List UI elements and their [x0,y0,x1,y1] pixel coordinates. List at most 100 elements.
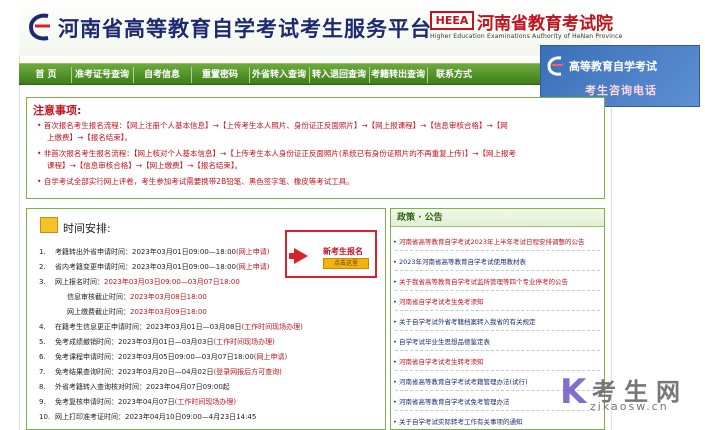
notice-box: 注意事项: • 首次报名考生报名流程：【网上注册个人基本信息】→【上传考生本人照… [26,97,605,199]
schedule-row-label: 在籍考生信息更正申请时间： [55,323,146,331]
schedule-row-text: 外省考籍转入查询核对时间：2023年04月07日09:00起 [55,380,230,394]
policy-divider [395,290,600,291]
edu-authority-name: 河南省教育考试院 [477,14,613,34]
schedule-row-label: 外省考籍转入查询核对时间： [55,383,146,391]
notice-line: 上缴费】→【报名结束】。 [47,133,133,142]
schedule-row-note: (工作时间现场办理) [213,338,275,346]
schedule-row-text: 考籍转出外省申请时间：2023年03月01日09:00—18:00(网上申请) [55,245,269,259]
schedule-row-time: 2023年03月09日18:00 [130,308,207,316]
schedule-row-number: 10. [39,413,51,421]
policy-item-link[interactable]: 河南省自学考试考生转考须知 [393,357,599,367]
policy-item-link[interactable]: 关于自学考试外省考籍档案转入我省的有关规定 [393,317,599,327]
schedule-row-number: 2. [39,263,46,271]
ad-logo-icon [547,56,563,76]
schedule-row-text: 在籍考生信息更正申请时间：2023年03月01日—03月08日(工作时间现场办理… [55,320,303,334]
policy-divider [395,270,600,271]
schedule-row-time: 2023年03月03日09:00—03月07日18:00 [104,278,240,286]
schedule-row-number: 8. [39,383,46,391]
schedule-row-number: 4. [39,323,46,331]
edu-logo-badge: HEEA [430,11,474,30]
schedule-row-label: 免考结果查询时间： [55,368,118,376]
schedule-row: 4. 在籍考生信息更正申请时间：2023年03月01日—03月08日(工作时间现场… [27,320,387,334]
policy-divider [395,250,600,251]
nav-transfer-return-query[interactable]: 转入退回查询 [311,64,367,86]
watermark-url: zikaosw.cn [590,400,669,413]
schedule-row: 10. 网上打印准考证时间：2023年04月10日09:00—4月23日14:45 [27,410,387,424]
policy-divider [395,330,600,331]
schedule-row-number: 9. [39,398,46,406]
schedule-row-label: 信息审核截止时间： [67,293,130,301]
new-register-box[interactable]: 新考生报名 点击这里 [285,230,377,278]
policy-item-link[interactable]: 2023年河南省高等教育自学考试使用教材表 [393,257,599,267]
schedule-row-note: (网上申请) [253,353,288,361]
schedule-row-note: (工作时间现场办理) [174,398,237,406]
schedule-row-time: 2023年04月07日 [118,398,175,406]
schedule-row-note: (网上申请) [235,248,270,256]
schedule-row: 7. 免考结果查询时间：2023年03月20日—04月02日(登录网报后方可查询) [27,365,387,379]
schedule-row-number: 7. [39,368,46,376]
nav-transfer-in-query[interactable]: 外省转入查询 [251,64,307,86]
policy-divider [395,350,600,351]
schedule-row-number: 1. [39,248,46,256]
schedule-row: 网上缴费截止时间：2023年03月09日18:00 [27,305,387,319]
ad-title: 高等教育自学考试 [569,60,657,73]
policy-item-link[interactable]: 河南省自学考试考生免考须知 [393,297,599,307]
policy-divider [395,370,600,371]
schedule-row-text: 网上打印准考证时间：2023年04月10日09:00—4月23日14:45 [55,410,256,424]
notice-line: • 自学考试全部实行网上评卷，考生参加考试需要携带2B铅笔、黑色签字笔、橡皮等考… [37,177,354,186]
schedule-row-text: 免考成绩撤销时间：2023年03月01日—03月03日(工作时间现场办理) [55,335,275,349]
nav-contact[interactable]: 联系方式 [429,64,479,86]
policy-item-link[interactable]: 关于我省高等教育自学考试监所管理等四个专业停考的公告 [393,277,599,287]
schedule-row-label: 省内考籍变更申请时间： [55,263,132,271]
policy-item-link[interactable]: 河南省高等教育自学考试2023年上半年考试日程安排调整的公告 [393,237,599,247]
schedule-row-label: 网上打印准考证时间： [55,413,125,421]
schedule-row: 9. 免考复核申请时间：2023年04月07日(工作时间现场办理) [27,395,387,409]
policy-item-link[interactable]: 关于自学考试实际转考工作有关事项的通知 [393,417,599,427]
schedule-row-time: 2023年03月08日18:00 [130,293,207,301]
schedule-row-time: 2023年03月01日—03月08日 [146,323,242,331]
schedule-row-number: 5. [39,338,46,346]
schedule-row-text: 网上缴费截止时间：2023年03月09日18:00 [67,305,207,319]
new-register-label: 新考生报名 [323,247,363,256]
arrow-icon [294,248,308,264]
nav-home[interactable]: 首 页 [23,64,69,86]
schedule-row-note: (网上申请) [235,263,270,271]
ad-subtitle: 考生咨询电话 [585,84,657,97]
nav-transfer-out-query[interactable]: 考籍转出查询 [371,64,425,86]
schedule-icon [40,217,58,233]
schedule-row-text: 省内考籍变更申请时间：2023年03月01日09:00—18:00(网上申请) [55,260,269,274]
schedule-row-label: 免考成绩撤销时间： [55,338,118,346]
schedule-row: 8. 外省考籍转入查询核对时间：2023年04月07日09:00起 [27,380,387,394]
schedule-row-text: 免考课程申请时间：2023年03月05日09:00—03月07日18:00(网上… [55,350,287,364]
nav-reset-password[interactable]: 重置密码 [193,64,247,86]
schedule-row: 信息审核截止时间：2023年03月08日18:00 [27,290,387,304]
schedule-row-label: 网上缴费截止时间： [67,308,130,316]
site-title: 河南省高等教育自学考试考生服务平台 [58,17,432,41]
schedule-row-label: 免考课程申请时间： [55,353,118,361]
schedule-row-time: 2023年03月01日—03月03日 [118,338,214,346]
watermark-logo: K [560,372,587,412]
schedule-row-text: 信息审核截止时间：2023年03月08日18:00 [67,290,207,304]
schedule-row-time: 2023年03月01日09:00—18:00 [132,263,236,271]
schedule-row-note: (登录网报后方可查询) [213,368,282,376]
schedule-row-number: 6. [39,353,46,361]
policy-title: 政策 · 公告 [391,209,604,227]
schedule-row: 5. 免考成绩撤销时间：2023年03月01日—03月03日(工作时间现场办理) [27,335,387,349]
new-register-button[interactable]: 点击这里 [323,258,369,269]
main-nav: 首 页 准考证号查询 自考信息 重置密码 外省转入查询 转入退回查询 考籍转出查… [19,63,612,85]
policy-divider [395,310,600,311]
nav-admission-no[interactable]: 准考证号查询 [73,64,131,86]
schedule-row-time: 2023年03月05日09:00—03月07日18:00 [118,353,254,361]
site-logo-icon [28,13,50,41]
schedule-title: 时间安排: [63,222,111,235]
schedule-row: 6. 免考课程申请时间：2023年03月05日09:00—03月07日18:00(… [27,350,387,364]
page: 河南省高等教育自学考试考生服务平台 HEEA 河南省教育考试院 Higher E… [0,0,705,430]
schedule-row-number: 3. [39,278,46,286]
nav-exam-info[interactable]: 自考信息 [135,64,189,86]
schedule-row-text: 免考结果查询时间：2023年03月20日—04月02日(登录网报后方可查询) [55,365,282,379]
schedule-row-time: 2023年04月10日09:00—4月23日14:45 [125,413,257,421]
schedule-row-text: 免考复核申请时间：2023年04月07日(工作时间现场办理) [55,395,236,409]
schedule-row-time: 2023年03月01日09:00—18:00 [132,248,236,256]
notice-line: 课程】→【信息审核合格】→【网上缴费】→【报名结束】。 [47,161,243,170]
policy-item-link[interactable]: 自学考试毕业生思想品德鉴定表 [393,337,599,347]
